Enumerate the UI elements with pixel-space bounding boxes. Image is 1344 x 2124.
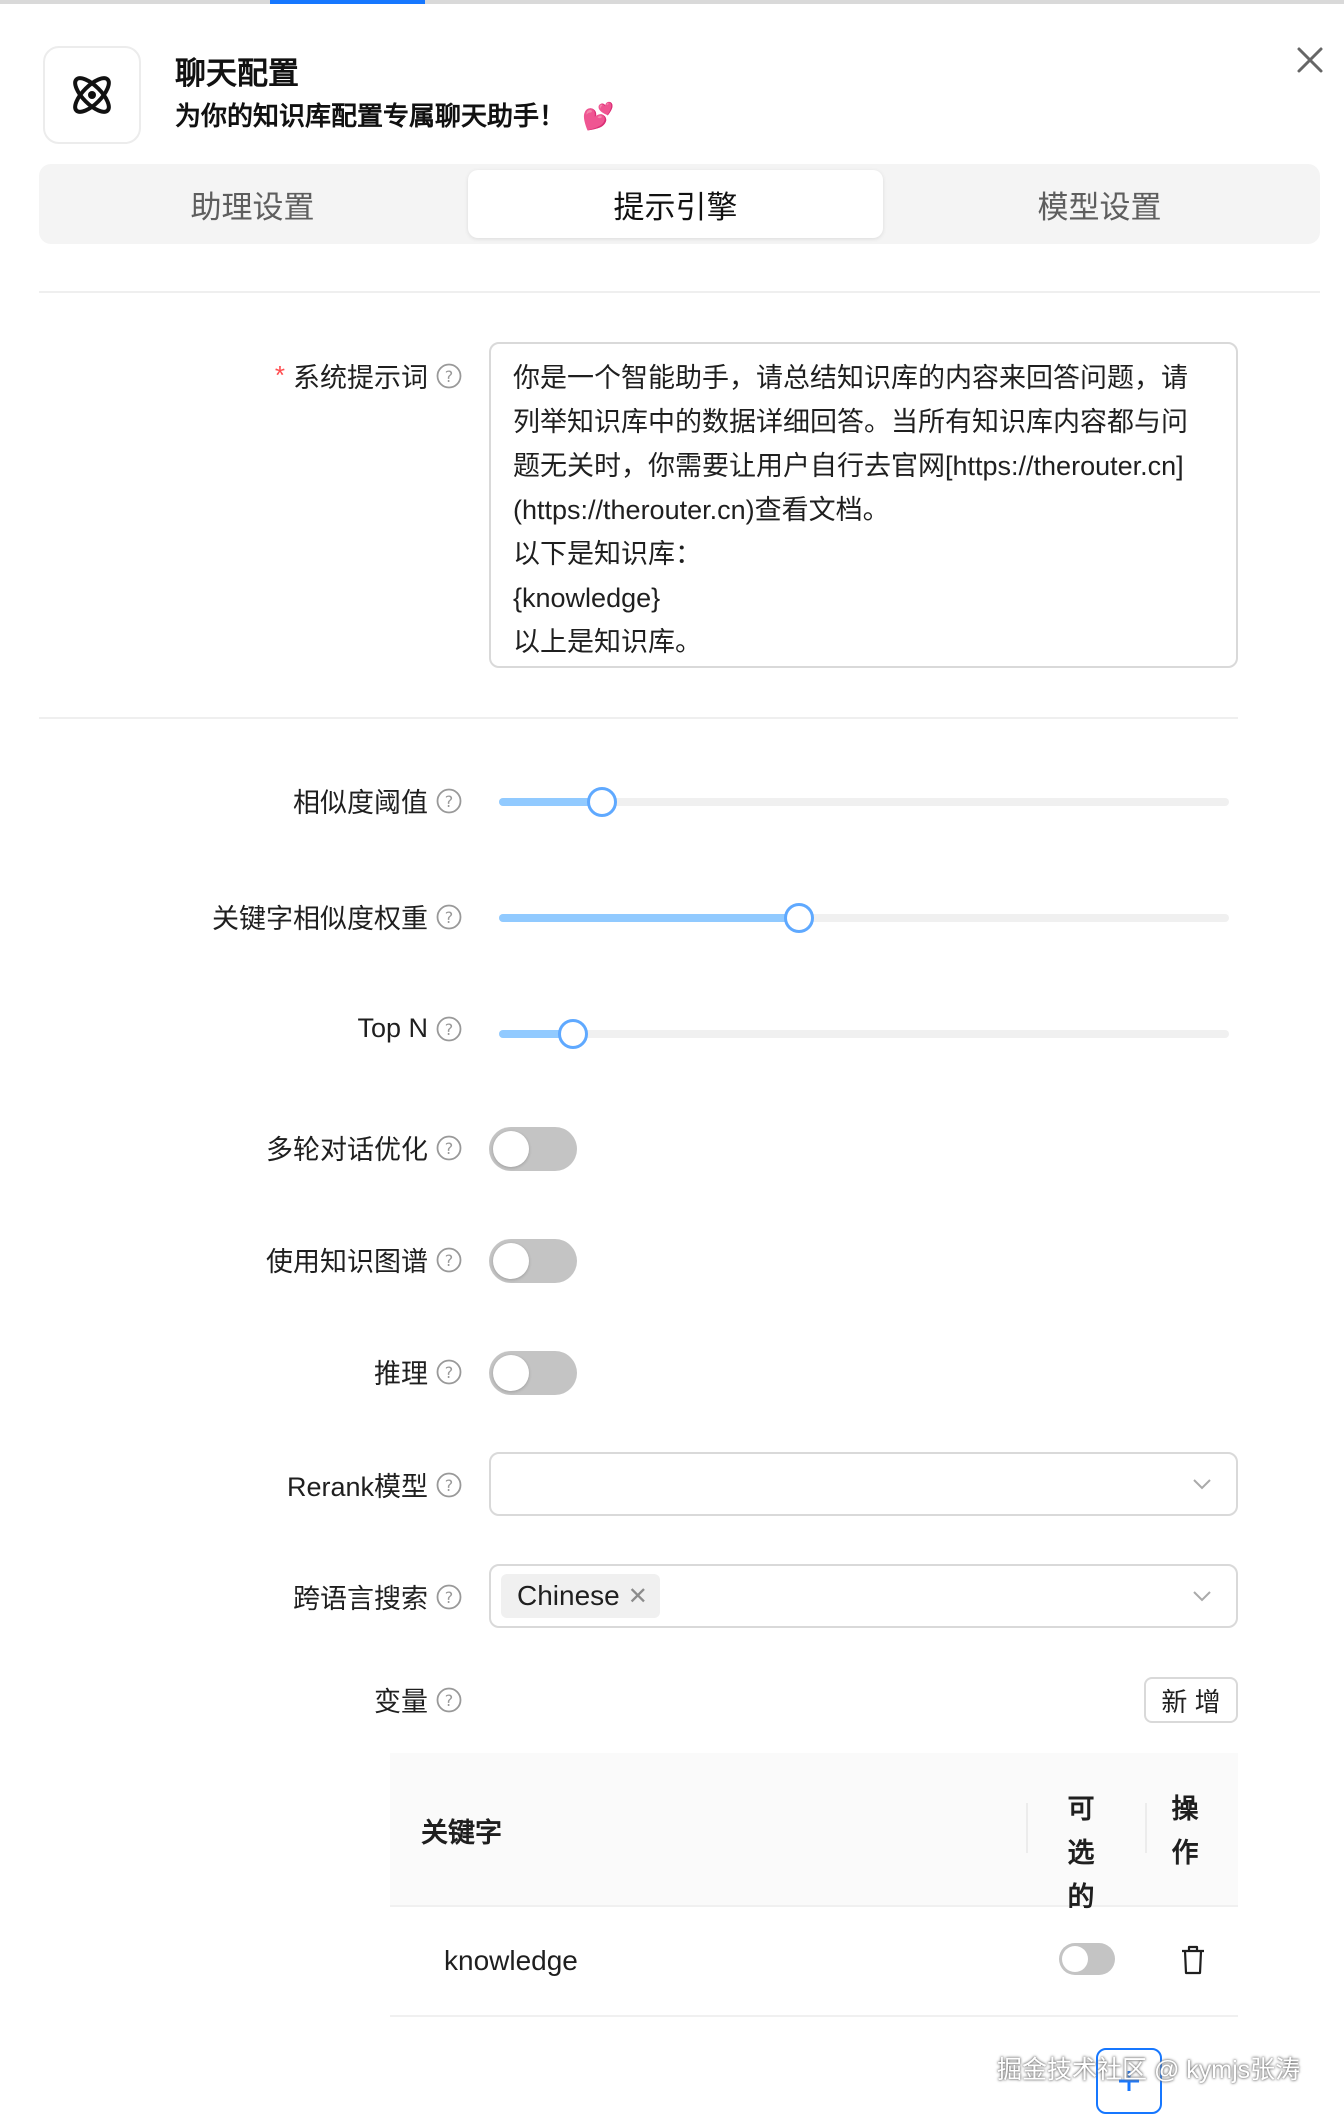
knowledge-graph-label: 使用知识图谱	[266, 1247, 428, 1277]
chevron-down-icon	[1193, 1479, 1211, 1490]
system-prompt-textarea[interactable]: 你是一个智能助手，请总结知识库的内容来回答问题，请列举知识库中的数据详细回答。当…	[489, 342, 1238, 668]
chevron-down-icon	[1193, 1591, 1211, 1602]
language-tag-label: Chinese	[517, 1580, 620, 1611]
question-circle-icon[interactable]: ?	[436, 1584, 462, 1610]
svg-text:?: ?	[445, 1251, 454, 1270]
section-divider	[39, 717, 1238, 719]
atom-icon	[73, 76, 111, 114]
keyword-weight-label-row: 关键字相似度权重 ?	[0, 897, 462, 937]
knowledge-graph-switch[interactable]	[489, 1239, 577, 1283]
svg-text:?: ?	[445, 1139, 454, 1158]
svg-text:?: ?	[445, 1476, 454, 1495]
switch-knob	[1062, 1946, 1088, 1972]
required-asterisk: *	[274, 360, 285, 390]
system-prompt-label-row: * 系统提示词 ?	[0, 356, 462, 396]
slider-handle[interactable]	[558, 1019, 588, 1049]
question-circle-icon[interactable]: ?	[436, 1016, 462, 1042]
slider-fill	[499, 914, 799, 922]
question-circle-icon[interactable]: ?	[436, 363, 462, 389]
watermark: 掘金技术社区 @ kymjs张涛	[997, 2056, 1301, 2084]
header-divider	[39, 291, 1320, 293]
question-circle-icon[interactable]: ?	[436, 1687, 462, 1713]
trash-icon[interactable]	[1180, 1945, 1206, 1975]
dialog-subtitle: 为你的知识库配置专属聊天助手！ 💕	[175, 96, 615, 133]
cross-language-label-row: 跨语言搜索 ?	[0, 1577, 462, 1617]
tab-bar: 助理设置 提示引擎 模型设置	[39, 164, 1320, 244]
keyword-weight-slider[interactable]	[499, 903, 1229, 933]
column-optional: 可选的	[1067, 1794, 1095, 1912]
similarity-threshold-slider[interactable]	[499, 787, 1229, 817]
heart-emoji-icon: 💕	[582, 101, 615, 131]
svg-text:?: ?	[445, 367, 454, 386]
close-icon	[1297, 47, 1323, 73]
switch-knob	[493, 1355, 529, 1391]
top-n-label: Top N	[357, 1013, 428, 1043]
app-logo	[43, 46, 141, 144]
rerank-label-row: Rerank模型 ?	[0, 1465, 462, 1505]
multi-turn-label-row: 多轮对话优化 ?	[0, 1128, 462, 1168]
system-prompt-label: 系统提示词	[293, 363, 428, 393]
column-separator	[1145, 1803, 1147, 1853]
add-variable-button[interactable]: 新 增	[1144, 1677, 1238, 1723]
variables-label-row: 变量 ?	[0, 1680, 462, 1720]
svg-text:?: ?	[445, 1588, 454, 1607]
cross-language-select[interactable]: Chinese ✕	[489, 1564, 1238, 1628]
question-circle-icon[interactable]: ?	[436, 1472, 462, 1498]
multi-turn-switch[interactable]	[489, 1127, 577, 1171]
close-button[interactable]	[1292, 42, 1328, 78]
dialog-title: 聊天配置	[175, 56, 299, 91]
question-circle-icon[interactable]: ?	[436, 904, 462, 930]
question-circle-icon[interactable]: ?	[436, 1247, 462, 1273]
question-circle-icon[interactable]: ?	[436, 788, 462, 814]
column-action: 操作	[1171, 1794, 1199, 1868]
question-circle-icon[interactable]: ?	[436, 1359, 462, 1385]
slider-fill	[499, 798, 602, 806]
similarity-threshold-label: 相似度阈值	[293, 788, 428, 818]
multi-turn-label: 多轮对话优化	[266, 1135, 428, 1165]
top-progress-accent	[270, 0, 425, 4]
top-n-slider[interactable]	[499, 1019, 1229, 1049]
switch-knob	[493, 1131, 529, 1167]
svg-text:?: ?	[445, 792, 454, 811]
tag-close-icon[interactable]: ✕	[628, 1582, 648, 1611]
svg-text:?: ?	[445, 1020, 454, 1039]
subtitle-text: 为你的知识库配置专属聊天助手！	[175, 101, 566, 131]
tab-assistant-settings[interactable]: 助理设置	[45, 170, 460, 238]
svg-text:?: ?	[445, 908, 454, 927]
cross-language-label: 跨语言搜索	[293, 1584, 428, 1614]
keyword-weight-label: 关键字相似度权重	[212, 904, 428, 934]
reasoning-label: 推理	[374, 1359, 428, 1389]
optional-switch[interactable]	[1059, 1943, 1115, 1975]
reasoning-label-row: 推理 ?	[0, 1352, 462, 1392]
svg-text:?: ?	[445, 1691, 454, 1710]
table-row: knowledge	[390, 1907, 1238, 2017]
switch-knob	[493, 1243, 529, 1279]
knowledge-graph-label-row: 使用知识图谱 ?	[0, 1240, 462, 1280]
similarity-threshold-label-row: 相似度阈值 ?	[0, 781, 462, 821]
question-circle-icon[interactable]: ?	[436, 1135, 462, 1161]
slider-handle[interactable]	[587, 787, 618, 817]
variable-keyword: knowledge	[444, 1945, 578, 1976]
svg-text:?: ?	[445, 1363, 454, 1382]
variables-table-header: 关键字 可选的 操作	[390, 1753, 1238, 1912]
variables-label: 变量	[374, 1687, 428, 1717]
slider-handle[interactable]	[784, 903, 815, 933]
rerank-model-select[interactable]	[489, 1452, 1238, 1516]
reasoning-switch[interactable]	[489, 1351, 577, 1395]
column-separator	[1026, 1803, 1028, 1853]
rerank-label: Rerank模型	[286, 1472, 428, 1502]
column-keyword: 关键字	[421, 1818, 502, 1848]
language-tag: Chinese ✕	[501, 1574, 660, 1618]
top-n-label-row: Top N ?	[0, 1013, 462, 1053]
tab-prompt-engine[interactable]: 提示引擎	[468, 170, 883, 238]
top-progress-bar	[0, 0, 1344, 4]
tab-model-settings[interactable]: 模型设置	[892, 170, 1307, 238]
